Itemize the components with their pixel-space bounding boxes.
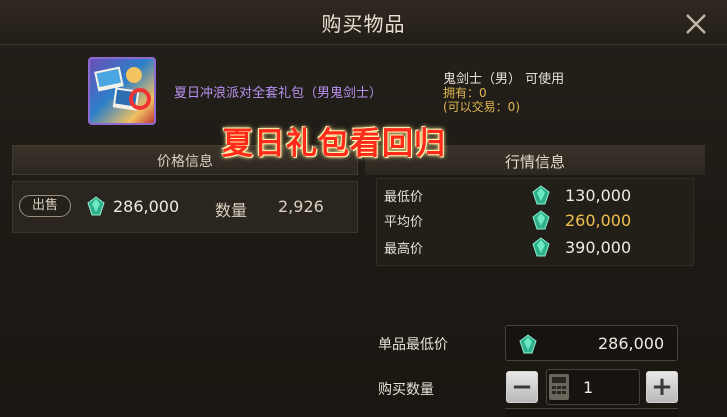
max-price-value: 390,000 [565,238,632,257]
title-bar: 购买物品 [0,0,727,45]
unit-min-price-value: 286,000 [598,334,665,353]
item-name: 夏日冲浪派对全套礼包（男鬼剑士） [174,86,383,101]
avg-price-value: 260,000 [565,211,632,230]
item-icon [88,57,156,125]
dialog-title: 购买物品 [321,12,406,36]
decrease-quantity-button[interactable]: − [506,371,538,403]
listing-price: 286,000 [113,197,180,216]
gem-icon [532,237,550,257]
avg-price-label: 平均价 [384,215,424,230]
min-price-value: 130,000 [565,186,632,205]
close-icon[interactable] [680,8,712,40]
calculator-icon[interactable] [549,374,569,400]
quantity-value: 1 [583,378,594,397]
tradable-count: (可以交易：0) [443,100,520,114]
listing-qty-value: 2,926 [278,197,324,216]
sell-badge[interactable]: 出售 [19,195,71,217]
gem-icon [519,334,537,354]
increase-quantity-button[interactable]: + [646,371,678,403]
listing-qty-label: 数量 [215,201,248,220]
gem-icon [532,185,550,205]
gem-icon [87,196,105,216]
unit-min-price-label: 单品最低价 [378,337,448,353]
promo-banner-text: 夏日礼包看回归 [222,126,446,162]
max-price-label: 最高价 [384,242,424,257]
buy-quantity-label: 购买数量 [378,382,434,398]
min-price-label: 最低价 [384,190,424,205]
gem-icon [532,210,550,230]
purchase-dialog: 购买物品 夏日冲浪派对全套礼包（男鬼剑士） 鬼剑士（男） 可使用 拥有：0 (可… [0,0,727,417]
